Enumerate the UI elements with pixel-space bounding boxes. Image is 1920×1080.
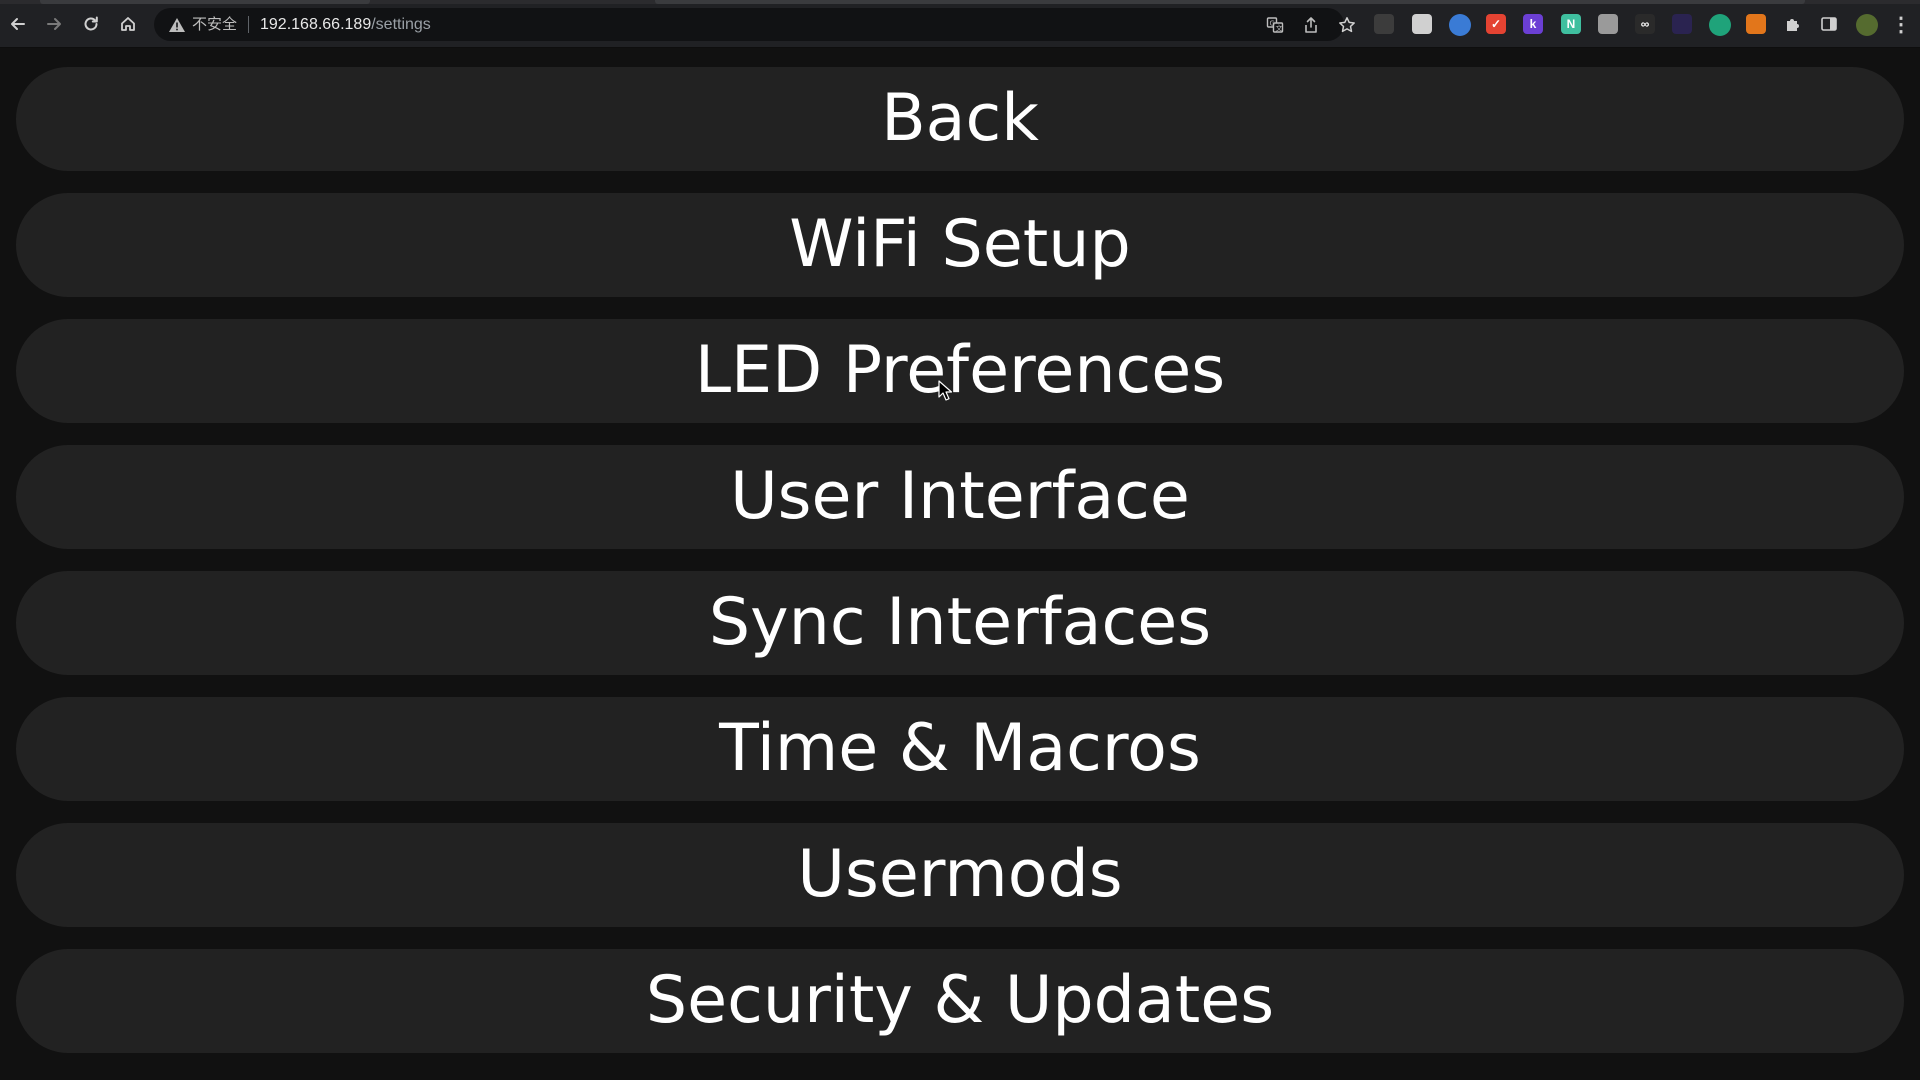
address-bar[interactable]: 不安全 192.168.66.189/settings G文 bbox=[154, 8, 1355, 41]
user-interface-button[interactable]: User Interface bbox=[16, 445, 1904, 549]
svg-text:文: 文 bbox=[1276, 24, 1283, 33]
address-separator bbox=[248, 16, 249, 33]
todo-check-extension-icon[interactable]: ✓ bbox=[1486, 14, 1506, 34]
puzzle-extensions-icon[interactable] bbox=[1783, 14, 1803, 34]
browser-toolbar: 不安全 192.168.66.189/settings G文 ✓ k N ∞ ⋮ bbox=[0, 0, 1920, 48]
star-icon[interactable] bbox=[1338, 16, 1356, 34]
forward-arrow-icon[interactable] bbox=[41, 11, 67, 37]
not-secure-label[interactable]: 不安全 bbox=[192, 14, 237, 35]
chat-bubble-extension-icon[interactable] bbox=[1412, 14, 1432, 34]
k-extension-icon[interactable]: k bbox=[1523, 14, 1543, 34]
square-extension-icon[interactable] bbox=[1598, 14, 1618, 34]
glasses-extension-icon[interactable]: ∞ bbox=[1635, 14, 1655, 34]
wifi-setup-button[interactable]: WiFi Setup bbox=[16, 193, 1904, 297]
back-button[interactable]: Back bbox=[16, 67, 1904, 171]
url-host: 192.168.66.189 bbox=[260, 16, 372, 33]
translate-icon[interactable]: G文 bbox=[1266, 16, 1284, 34]
tab-strip-edge bbox=[0, 0, 1920, 4]
url-path: /settings bbox=[371, 16, 431, 33]
chatgpt-extension-icon[interactable] bbox=[1374, 14, 1394, 34]
svg-text:G: G bbox=[1270, 20, 1275, 28]
more-menu-icon[interactable]: ⋮ bbox=[1891, 14, 1911, 36]
green-globe-extension-icon[interactable] bbox=[1709, 14, 1731, 36]
notion-n-extension-icon[interactable]: N bbox=[1561, 14, 1581, 34]
metamask-fox-extension-icon[interactable] bbox=[1746, 14, 1766, 34]
led-preferences-button[interactable]: LED Preferences bbox=[16, 319, 1904, 423]
url-text[interactable]: 192.168.66.189/settings bbox=[260, 14, 431, 35]
security-updates-button[interactable]: Security & Updates bbox=[16, 949, 1904, 1053]
usermods-button[interactable]: Usermods bbox=[16, 823, 1904, 927]
reload-icon[interactable] bbox=[78, 11, 104, 37]
home-icon[interactable] bbox=[115, 11, 141, 37]
profile-avatar-icon[interactable] bbox=[1856, 14, 1878, 36]
not-secure-warning-icon[interactable] bbox=[168, 16, 186, 34]
red-badge-extension-icon[interactable] bbox=[1672, 14, 1692, 34]
back-arrow-icon[interactable] bbox=[5, 11, 31, 37]
side-panel-icon[interactable] bbox=[1819, 14, 1839, 34]
settings-page: Back WiFi Setup LED Preferences User Interf… bbox=[0, 49, 1920, 1080]
share-icon[interactable] bbox=[1302, 16, 1320, 34]
circle-extension-icon[interactable] bbox=[1449, 14, 1471, 36]
sync-interfaces-button[interactable]: Sync Interfaces bbox=[16, 571, 1904, 675]
time-macros-button[interactable]: Time & Macros bbox=[16, 697, 1904, 801]
